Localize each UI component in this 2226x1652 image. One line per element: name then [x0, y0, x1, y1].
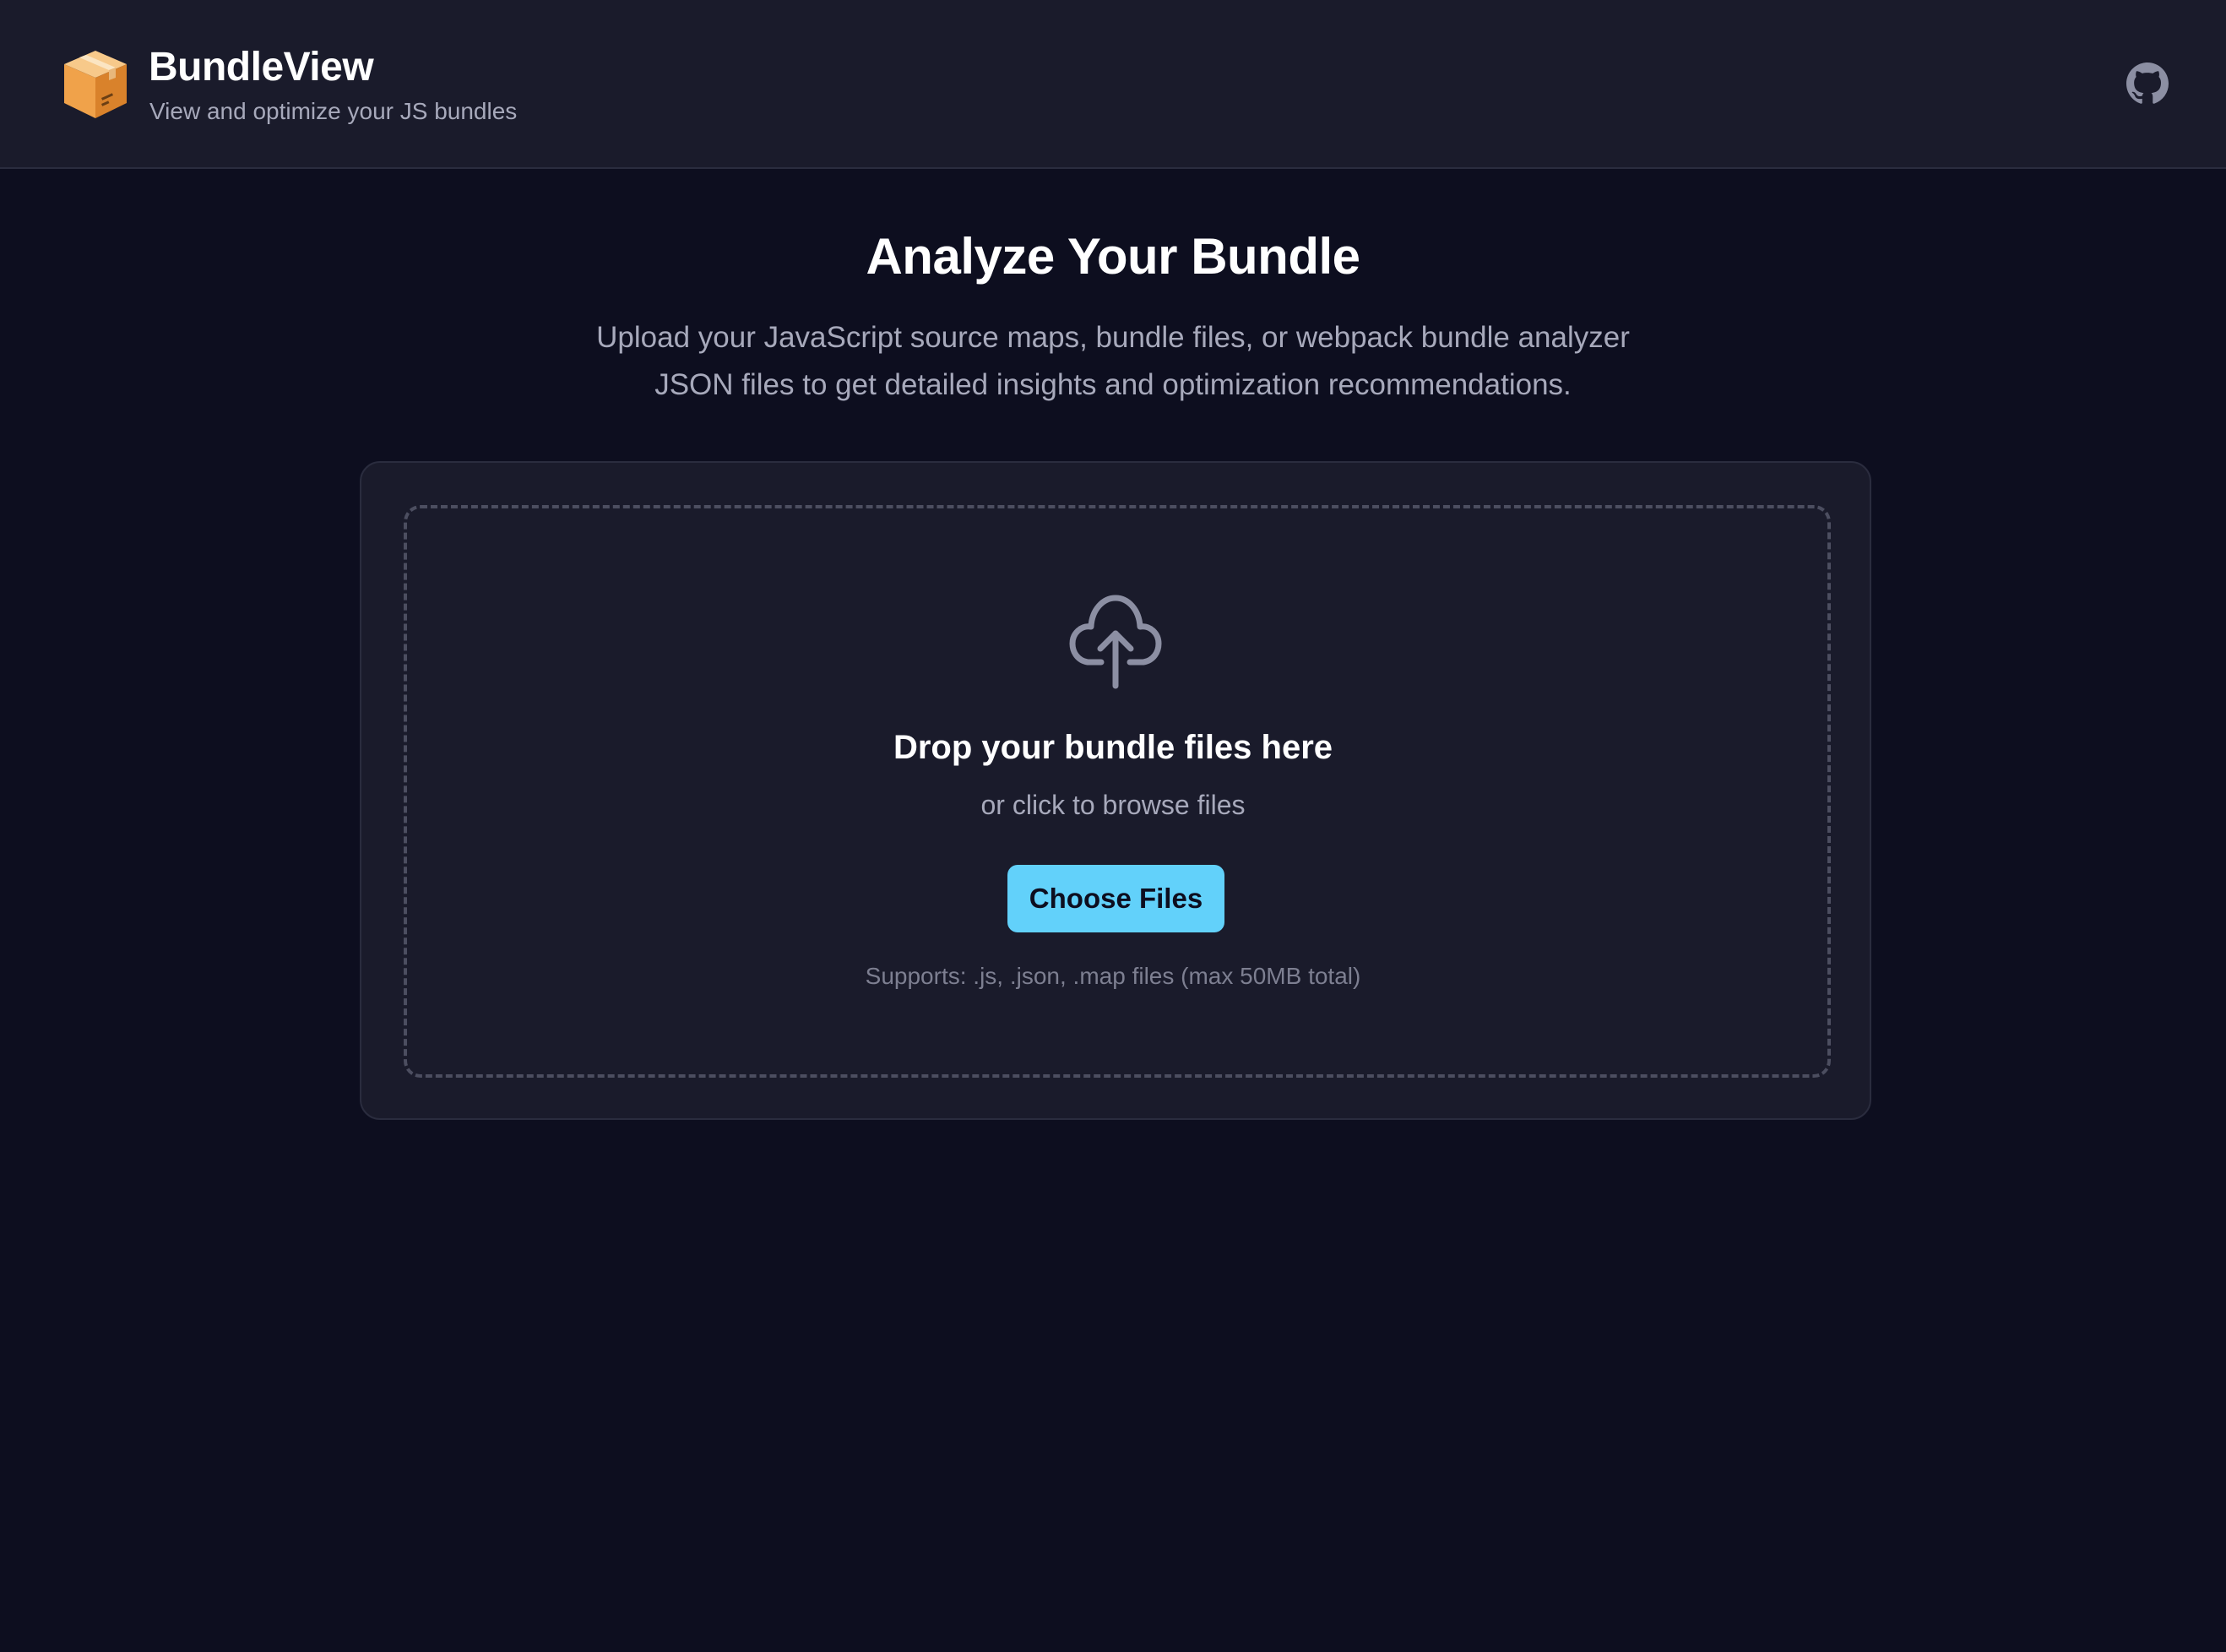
dropzone-title: Drop your bundle files here	[893, 729, 1333, 766]
app-title: BundleView	[149, 45, 374, 90]
app-subtitle: View and optimize your JS bundles	[149, 98, 518, 124]
cloud-upload-icon	[1069, 595, 1162, 689]
app-header: BundleView View and optimize your JS bun…	[0, 0, 2226, 169]
choose-files-button[interactable]: Choose Files	[1007, 865, 1224, 932]
dropzone-subtitle[interactable]: or click to browse files	[0, 785, 2226, 824]
page-title: Analyze Your Bundle	[866, 228, 1360, 285]
page-description: Upload your JavaScript source maps, bund…	[596, 321, 1630, 401]
supported-formats-note: Supports: .js, .json, .map files (max 50…	[865, 963, 1361, 989]
github-link[interactable]	[2126, 62, 2169, 105]
github-icon	[2126, 62, 2169, 104]
package-box-icon	[64, 51, 127, 118]
